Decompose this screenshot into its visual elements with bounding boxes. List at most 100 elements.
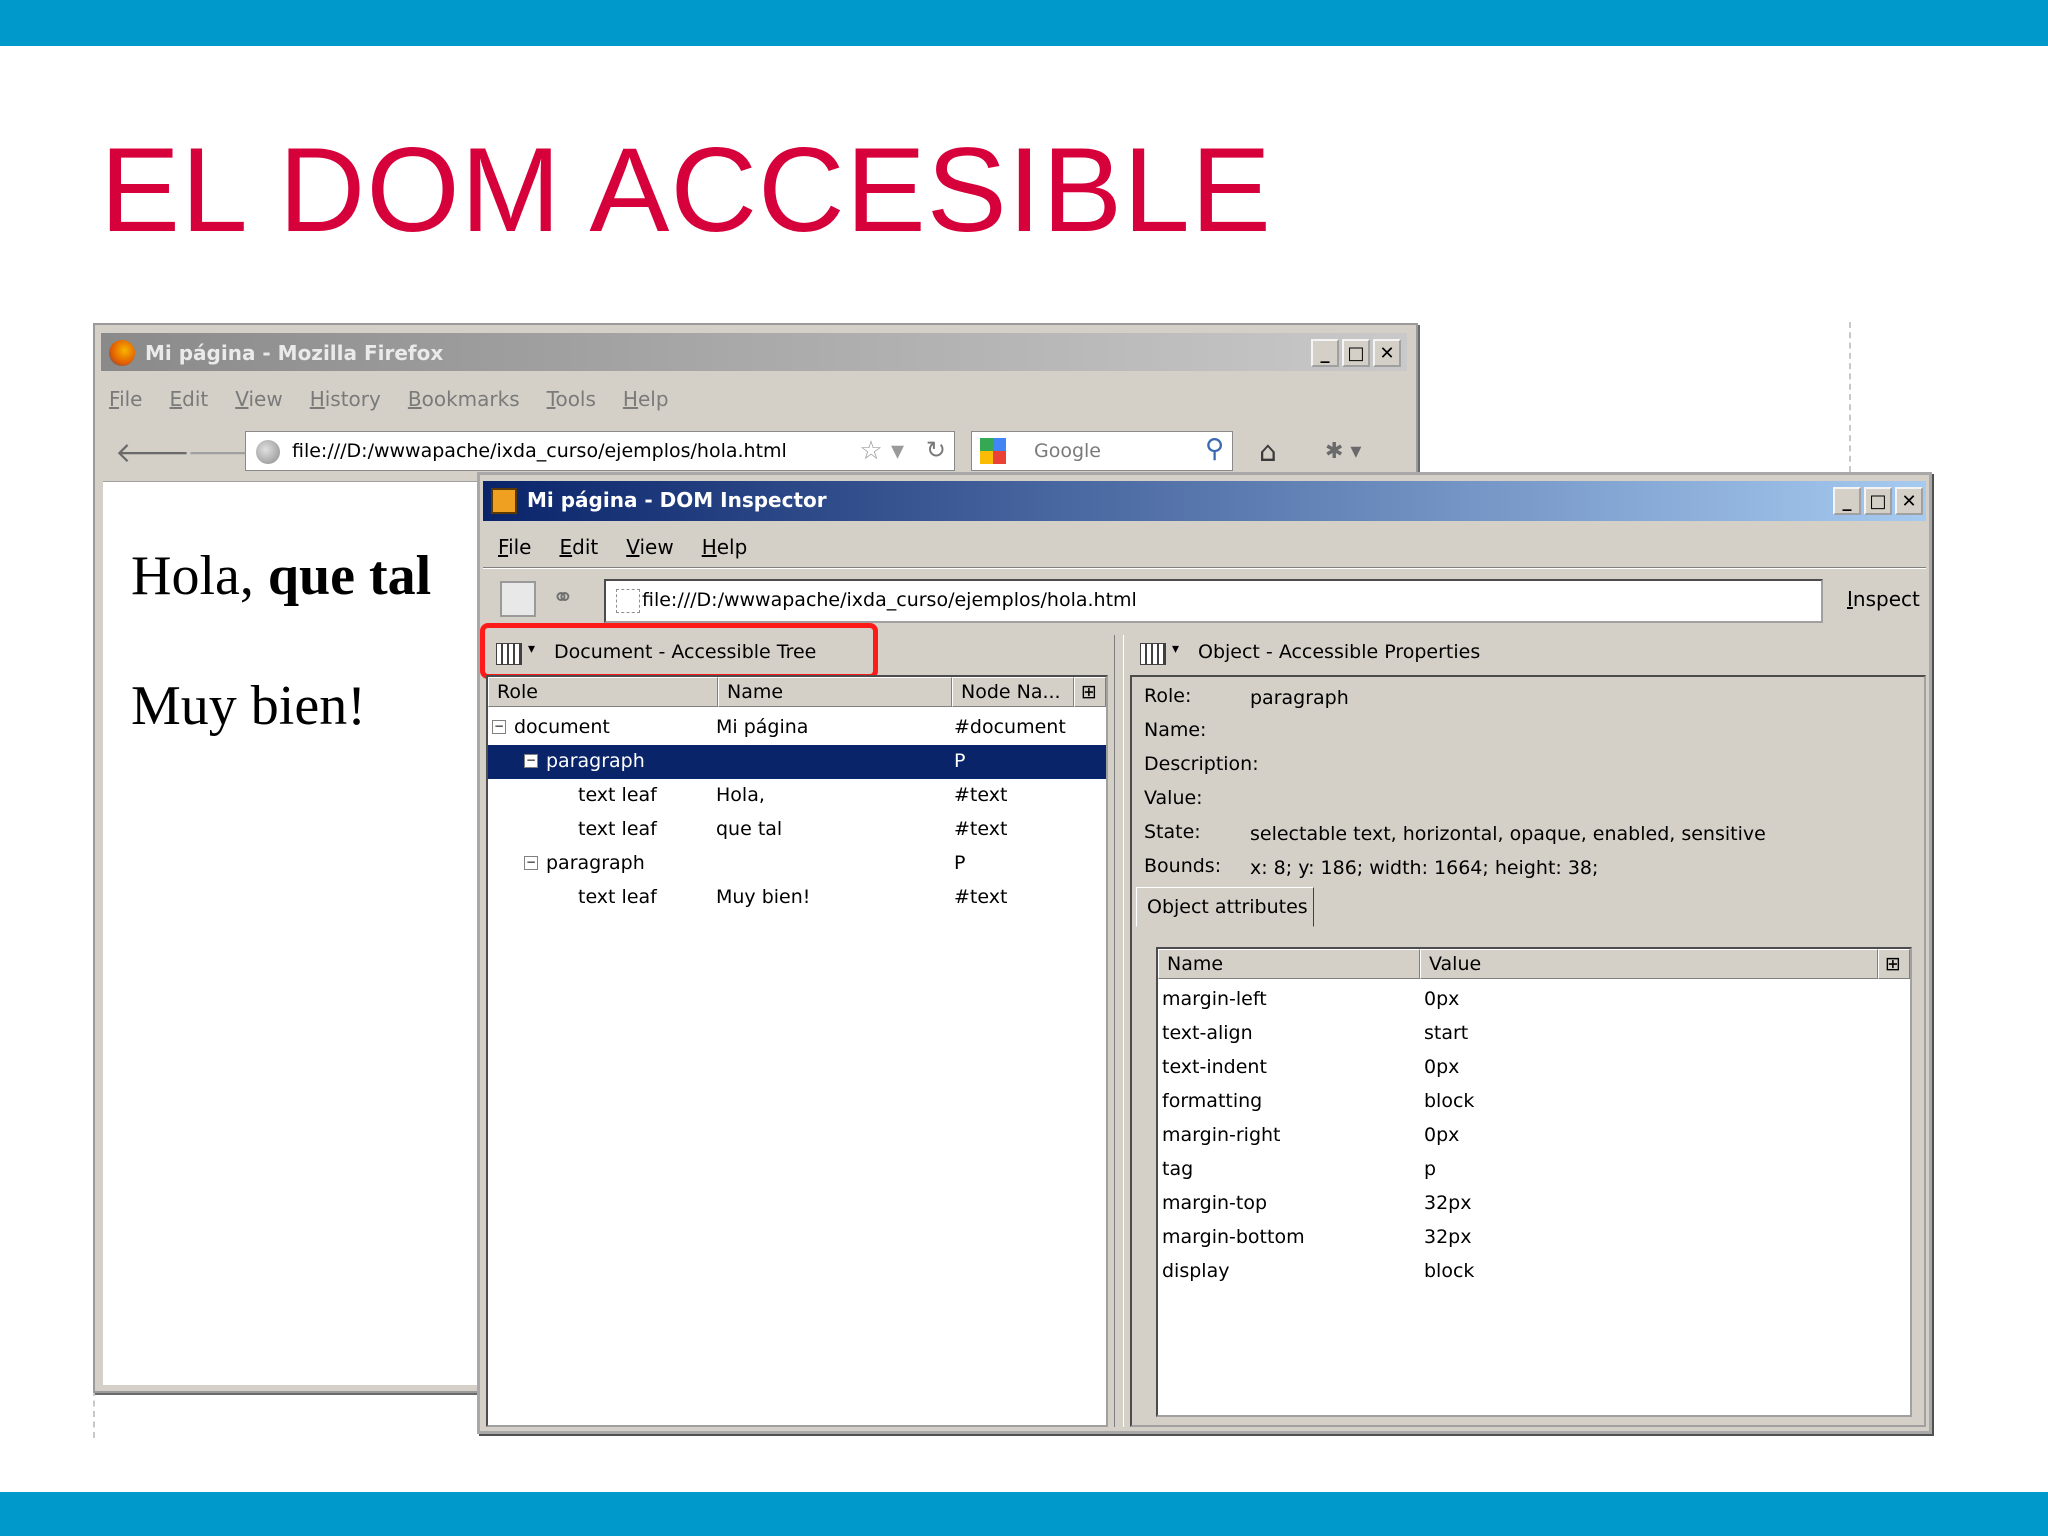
column-picker-icon[interactable]: ⊞ bbox=[1074, 677, 1106, 707]
minimize-button[interactable]: _ bbox=[1311, 339, 1339, 367]
tree-row[interactable]: − paragraph P bbox=[488, 847, 1106, 881]
inspector-url: file:///D:/wwwapache/ixda_curso/ejemplos… bbox=[642, 589, 1137, 611]
tree-role: paragraph bbox=[546, 750, 645, 772]
tree-role: document bbox=[514, 716, 610, 738]
maximize-button[interactable]: □ bbox=[1864, 487, 1892, 515]
attr-value: 32px bbox=[1424, 1192, 1472, 1214]
tree-node-name: #text bbox=[954, 784, 1008, 806]
panel-splitter[interactable] bbox=[1114, 635, 1124, 1427]
collapse-icon[interactable]: − bbox=[492, 720, 506, 734]
table-row[interactable]: margin-bottom 32px bbox=[1158, 1221, 1908, 1255]
attr-value: 0px bbox=[1424, 1056, 1460, 1078]
prop-value-bounds: x: 8; y: 186; width: 1664; height: 38; bbox=[1250, 857, 1599, 879]
menu-help[interactable]: Help bbox=[702, 535, 748, 559]
table-row[interactable]: text-indent 0px bbox=[1158, 1051, 1908, 1085]
tree-row-selected[interactable]: − paragraph P bbox=[488, 745, 1106, 779]
inspect-node-icon[interactable] bbox=[500, 581, 536, 617]
table-row[interactable]: display block bbox=[1158, 1255, 1908, 1289]
search-placeholder: Google bbox=[1034, 440, 1102, 462]
tree-row[interactable]: text leaf que tal #text bbox=[488, 813, 1106, 847]
menu-file[interactable]: File bbox=[109, 387, 142, 411]
bottom-accent-bar bbox=[0, 1492, 2048, 1536]
attr-name: margin-top bbox=[1162, 1192, 1268, 1214]
attr-value: p bbox=[1424, 1158, 1437, 1180]
addon-icon[interactable]: ✱ ▾ bbox=[1325, 439, 1361, 464]
reload-icon[interactable]: ↻ bbox=[926, 436, 946, 464]
firefox-title-bar[interactable]: Mi página - Mozilla Firefox _ □ ✕ bbox=[101, 333, 1407, 371]
right-panel-header: ▾ Object - Accessible Properties bbox=[1134, 635, 1924, 673]
navigation-toolbar: 🡐 🡒 file:///D:/wwwapache/ixda_curso/ejem… bbox=[95, 427, 1416, 477]
column-role[interactable]: Role bbox=[488, 677, 718, 707]
table-row[interactable]: text-align start bbox=[1158, 1017, 1908, 1051]
star-icon[interactable]: ☆ ▾ bbox=[859, 436, 904, 466]
tree-node-name: #text bbox=[954, 818, 1008, 840]
prop-label-bounds: Bounds: bbox=[1144, 855, 1222, 877]
inspector-url-field[interactable]: file:///D:/wwwapache/ixda_curso/ejemplos… bbox=[604, 579, 1823, 623]
attr-name: text-align bbox=[1162, 1022, 1253, 1044]
search-box[interactable]: Google ⚲ bbox=[971, 431, 1233, 471]
home-icon[interactable]: ⌂ bbox=[1259, 435, 1277, 468]
minimize-button[interactable]: _ bbox=[1833, 487, 1861, 515]
tree-node-name: P bbox=[954, 750, 966, 772]
back-arrow-icon[interactable]: 🡐 bbox=[115, 435, 190, 469]
table-row[interactable]: tag p bbox=[1158, 1153, 1908, 1187]
attr-value: start bbox=[1424, 1022, 1469, 1044]
column-picker-icon[interactable]: ⊞ bbox=[1878, 949, 1910, 979]
attributes-table: Name Value ⊞ margin-left 0px text-align st… bbox=[1156, 947, 1912, 1417]
content-text-muy-bien: Muy bien! bbox=[131, 675, 366, 737]
tab-object-attributes[interactable]: Object attributes bbox=[1136, 887, 1314, 927]
table-row[interactable]: margin-right 0px bbox=[1158, 1119, 1908, 1153]
menu-view[interactable]: View bbox=[235, 387, 282, 411]
inspector-logo-icon bbox=[491, 488, 517, 514]
page-icon bbox=[616, 589, 640, 613]
top-accent-bar bbox=[0, 0, 2048, 46]
tree-row[interactable]: text leaf Muy bien! #text bbox=[488, 881, 1106, 915]
divider bbox=[1849, 322, 1851, 472]
chevron-down-icon[interactable]: ▾ bbox=[1172, 641, 1179, 657]
column-name[interactable]: Name bbox=[718, 677, 952, 707]
tree-role: text leaf bbox=[578, 784, 657, 806]
tree-row[interactable]: text leaf Hola, #text bbox=[488, 779, 1106, 813]
maximize-button[interactable]: □ bbox=[1342, 339, 1370, 367]
tree-role: text leaf bbox=[578, 886, 657, 908]
menu-edit[interactable]: Edit bbox=[559, 535, 598, 559]
menu-view[interactable]: View bbox=[626, 535, 673, 559]
table-row[interactable]: margin-left 0px bbox=[1158, 983, 1908, 1017]
prop-label-value: Value: bbox=[1144, 787, 1203, 809]
right-panel-title[interactable]: Object - Accessible Properties bbox=[1198, 641, 1480, 663]
firefox-logo-icon bbox=[109, 340, 135, 366]
column-attr-value[interactable]: Value bbox=[1420, 949, 1878, 979]
attr-name: margin-right bbox=[1162, 1124, 1281, 1146]
table-row[interactable]: margin-top 32px bbox=[1158, 1187, 1908, 1221]
column-node-name[interactable]: Node Na... bbox=[952, 677, 1074, 707]
close-button[interactable]: ✕ bbox=[1373, 339, 1401, 367]
attr-name: tag bbox=[1162, 1158, 1194, 1180]
menu-help[interactable]: Help bbox=[623, 387, 669, 411]
tree-name: que tal bbox=[716, 818, 783, 840]
prop-value-state: selectable text, horizontal, opaque, ena… bbox=[1250, 823, 1766, 845]
prop-label-state: State: bbox=[1144, 821, 1201, 843]
address-bar[interactable]: file:///D:/wwwapache/ixda_curso/ejemplos… bbox=[245, 431, 955, 471]
collapse-icon[interactable]: − bbox=[524, 856, 538, 870]
panel-viewer-icon[interactable] bbox=[1140, 643, 1166, 665]
table-row[interactable]: formatting block bbox=[1158, 1085, 1908, 1119]
menu-bookmarks[interactable]: Bookmarks bbox=[408, 387, 520, 411]
collapse-icon[interactable]: − bbox=[524, 754, 538, 768]
prop-label-description: Description: bbox=[1144, 753, 1259, 775]
tree-row[interactable]: − document Mi página #document bbox=[488, 711, 1106, 745]
prop-label-role: Role: bbox=[1144, 685, 1192, 707]
divider bbox=[93, 1390, 95, 1438]
find-binoculars-icon[interactable]: ⚭ bbox=[552, 583, 574, 613]
google-icon bbox=[980, 438, 1006, 464]
menu-file[interactable]: File bbox=[498, 535, 531, 559]
close-button[interactable]: ✕ bbox=[1895, 487, 1923, 515]
column-attr-name[interactable]: Name bbox=[1158, 949, 1420, 979]
menu-tools[interactable]: Tools bbox=[547, 387, 596, 411]
content-text-que-tal: que tal bbox=[267, 545, 432, 607]
search-icon[interactable]: ⚲ bbox=[1205, 434, 1224, 464]
accessible-properties: Role: paragraph Name: Description: Value… bbox=[1130, 675, 1926, 1427]
inspector-title-bar[interactable]: Mi página - DOM Inspector _ □ ✕ bbox=[483, 481, 1926, 521]
inspect-button[interactable]: Inspect bbox=[1847, 587, 1920, 611]
menu-edit[interactable]: Edit bbox=[169, 387, 208, 411]
menu-history[interactable]: History bbox=[310, 387, 381, 411]
